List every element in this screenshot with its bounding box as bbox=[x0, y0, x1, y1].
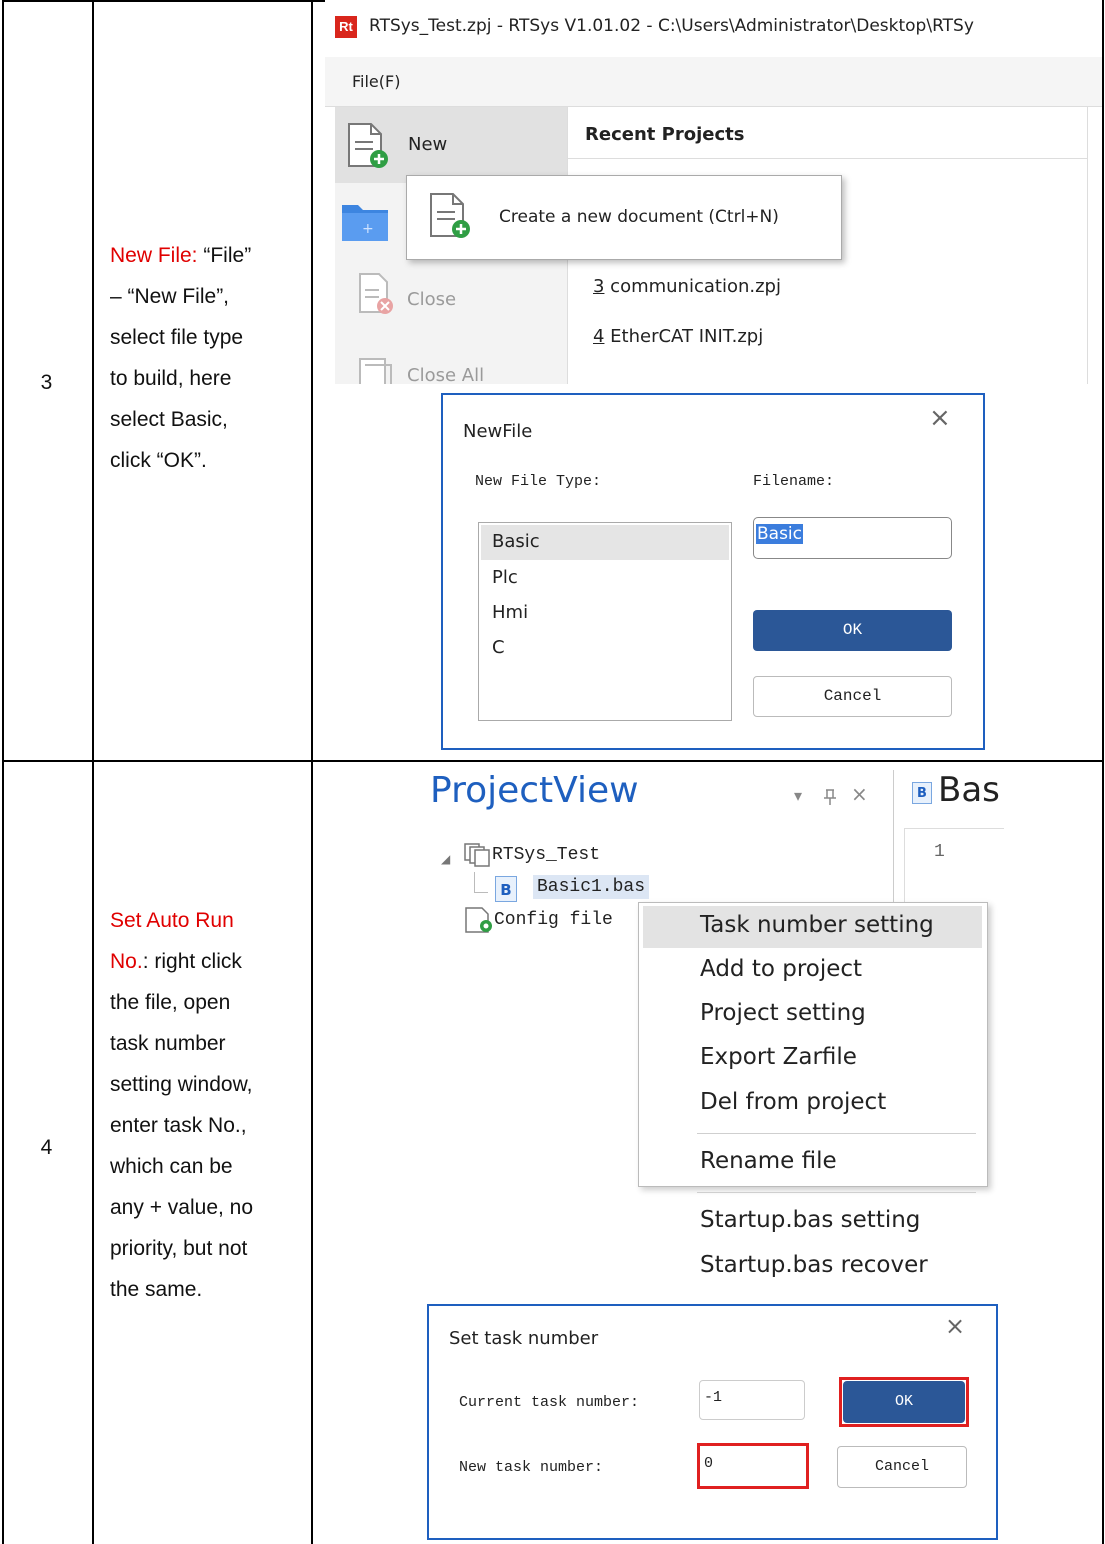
description-line: the file, open bbox=[110, 991, 231, 1014]
app-logo-icon: Rt bbox=[335, 16, 357, 38]
tree-config-item[interactable]: Config file bbox=[494, 910, 613, 930]
menu-item-startup-recover[interactable]: Startup.bas recover bbox=[700, 1252, 928, 1278]
side-item-close-label[interactable]: Close bbox=[407, 289, 456, 310]
menu-separator bbox=[697, 1192, 976, 1193]
menu-item-rename-file[interactable]: Rename file bbox=[700, 1148, 837, 1174]
project-name[interactable]: RTSys_Test bbox=[492, 845, 600, 865]
basic-file-icon: B bbox=[495, 876, 517, 902]
description-line: the same. bbox=[110, 1278, 203, 1301]
description-line: No.: right click bbox=[110, 950, 242, 973]
tree-file-item[interactable]: Basic1.bas bbox=[533, 875, 650, 899]
table-divider-1 bbox=[92, 0, 94, 1544]
side-item-close-all-label[interactable]: Close All bbox=[407, 365, 484, 384]
basic-file-icon: B bbox=[912, 782, 932, 804]
menu-item-export-zarfile[interactable]: Export Zarfile bbox=[700, 1044, 857, 1070]
pin-icon[interactable] bbox=[823, 788, 837, 806]
description-line: task number bbox=[110, 1032, 226, 1055]
recent-project-item[interactable]: 3 communication.zpj bbox=[593, 276, 781, 297]
recent-header-underline bbox=[568, 158, 1088, 159]
filename-label: Filename: bbox=[753, 473, 835, 490]
new-task-input[interactable]: 0 bbox=[697, 1443, 809, 1489]
description-line: New File: “File” bbox=[110, 244, 252, 267]
description-line: priority, but not bbox=[110, 1237, 248, 1260]
description-line: – “New File”, bbox=[110, 285, 230, 308]
menu-separator bbox=[697, 1133, 976, 1134]
cancel-button[interactable]: Cancel bbox=[753, 676, 952, 717]
close-document-icon bbox=[359, 273, 393, 314]
table-border-right bbox=[1102, 0, 1104, 1544]
menu-item-task-number-setting[interactable]: Task number setting bbox=[700, 912, 934, 938]
dropdown-icon[interactable]: ▾ bbox=[794, 786, 802, 805]
step-description: Set Auto Run No.: right click the file, … bbox=[110, 900, 296, 1310]
open-folder-icon[interactable]: + bbox=[340, 199, 390, 243]
set-task-dialog: Set task number × Current task number: -… bbox=[427, 1304, 998, 1540]
projectview-title: ProjectView bbox=[430, 770, 639, 811]
cancel-button[interactable]: Cancel bbox=[837, 1446, 967, 1488]
newfile-dialog: NewFile × New File Type: Filename: Basic… bbox=[441, 393, 985, 750]
new-file-type-label: New File Type: bbox=[475, 473, 602, 490]
file-type-list[interactable]: Basic Plc Hmi C bbox=[478, 522, 732, 721]
tree-connector bbox=[474, 892, 488, 893]
config-file-icon bbox=[465, 907, 492, 933]
table-border-left bbox=[2, 0, 4, 1544]
close-icon[interactable]: × bbox=[851, 782, 868, 806]
description-line: to build, here bbox=[110, 367, 232, 390]
menu-item-del-from-project[interactable]: Del from project bbox=[700, 1089, 886, 1115]
tab-label: Bas bbox=[938, 770, 1000, 810]
list-item[interactable]: Hmi bbox=[492, 602, 528, 623]
recent-projects-header: Recent Projects bbox=[585, 124, 745, 145]
new-task-value: 0 bbox=[704, 1455, 714, 1472]
new-task-label: New task number: bbox=[459, 1459, 604, 1476]
description-line: select file type bbox=[110, 326, 244, 349]
new-document-icon bbox=[430, 193, 470, 238]
menu-item-startup-setting[interactable]: Startup.bas setting bbox=[700, 1207, 920, 1233]
tooltip-text: Create a new document (Ctrl+N) bbox=[499, 207, 779, 227]
description-line: setting window, bbox=[110, 1073, 253, 1096]
ok-button[interactable]: OK bbox=[753, 610, 952, 651]
menu-item-add-to-project[interactable]: Add to project bbox=[700, 956, 862, 982]
tree-connector bbox=[474, 872, 475, 892]
window-title: RTSys_Test.zpj - RTSys V1.01.02 - C:\Use… bbox=[369, 16, 974, 36]
table-row-divider bbox=[2, 760, 1104, 762]
description-line: click “OK”. bbox=[110, 449, 207, 472]
current-task-field: -1 bbox=[699, 1380, 805, 1420]
menu-bar: File(F) bbox=[325, 57, 1102, 107]
close-icon[interactable]: × bbox=[945, 1312, 965, 1340]
menu-file[interactable]: File(F) bbox=[352, 72, 400, 91]
svg-text:+: + bbox=[362, 221, 374, 237]
tree-expand-icon[interactable]: ◢ bbox=[441, 852, 450, 866]
new-document-tooltip: Create a new document (Ctrl+N) bbox=[406, 175, 842, 260]
line-number: 1 bbox=[934, 842, 945, 862]
dialog-title: NewFile bbox=[463, 421, 533, 442]
list-item[interactable]: C bbox=[492, 637, 505, 658]
filename-input[interactable]: Basic bbox=[753, 517, 952, 559]
description-line: enter task No., bbox=[110, 1114, 247, 1137]
ok-button[interactable]: OK bbox=[843, 1381, 965, 1423]
description-line: Set Auto Run bbox=[110, 909, 234, 932]
recent-right-border bbox=[1087, 107, 1088, 384]
list-item[interactable]: Basic bbox=[492, 531, 540, 552]
menu-item-project-setting[interactable]: Project setting bbox=[700, 1000, 866, 1026]
table-divider-2 bbox=[311, 0, 313, 1544]
editor-tab[interactable]: B Bas bbox=[906, 770, 1006, 816]
title-bar: Rt RTSys_Test.zpj - RTSys V1.01.02 - C:\… bbox=[325, 0, 1102, 57]
current-task-value: -1 bbox=[704, 1389, 723, 1406]
list-item[interactable]: Plc bbox=[492, 567, 518, 588]
close-icon[interactable]: × bbox=[929, 403, 951, 433]
dialog-title: Set task number bbox=[449, 1328, 599, 1349]
current-task-label: Current task number: bbox=[459, 1394, 640, 1411]
highlight-text: New File: bbox=[110, 244, 198, 267]
step-description: New File: “File” – “New File”, select fi… bbox=[110, 235, 296, 481]
project-icon bbox=[464, 843, 490, 867]
row-number: 3 bbox=[40, 371, 53, 394]
close-all-icon bbox=[359, 358, 392, 384]
description-line: which can be bbox=[110, 1155, 233, 1178]
side-item-new-label[interactable]: New bbox=[408, 134, 447, 155]
new-document-icon bbox=[348, 123, 388, 168]
row-number: 4 bbox=[40, 1136, 53, 1159]
description-line: any + value, no bbox=[110, 1196, 254, 1219]
description-line: select Basic, bbox=[110, 408, 228, 431]
recent-project-item[interactable]: 4 EtherCAT INIT.zpj bbox=[593, 326, 763, 347]
filename-value: Basic bbox=[756, 524, 804, 544]
